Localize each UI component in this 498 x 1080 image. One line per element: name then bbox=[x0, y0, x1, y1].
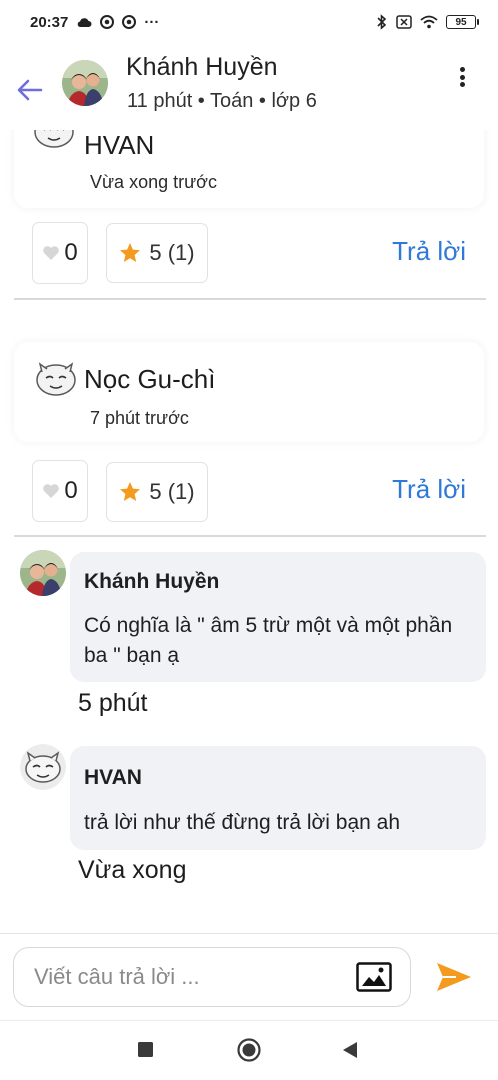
send-button[interactable] bbox=[434, 957, 474, 997]
back-nav-button[interactable] bbox=[342, 1041, 358, 1064]
answer-actions: 0 5 (1) Trả lời bbox=[0, 222, 498, 286]
triangle-back-icon bbox=[343, 1042, 357, 1058]
avatar[interactable] bbox=[62, 60, 108, 106]
star-icon bbox=[120, 482, 141, 501]
heart-icon bbox=[43, 484, 60, 498]
chrome-icon bbox=[122, 15, 137, 29]
rating-value: 5 (1) bbox=[149, 240, 195, 265]
reply-button[interactable]: Trả lời bbox=[392, 474, 466, 505]
bluetooth-icon bbox=[376, 14, 388, 30]
comment-author[interactable]: Khánh Huyền bbox=[84, 570, 219, 594]
chrome-icon bbox=[100, 15, 115, 29]
answer-card: HVAN Vừa xong trước bbox=[14, 130, 484, 208]
answer-time: Vừa xong trước bbox=[90, 172, 217, 192]
app-header: Khánh Huyền 11 phút • Toán • lớp 6 bbox=[0, 44, 498, 130]
send-icon bbox=[437, 963, 471, 991]
status-time: 20:37 bbox=[30, 13, 69, 31]
avatar[interactable] bbox=[20, 550, 66, 596]
answer-actions: 0 5 (1) Trả lời bbox=[0, 460, 498, 524]
heart-icon bbox=[43, 246, 60, 260]
answer-card: Nọc Gu-chì 7 phút trước bbox=[14, 342, 484, 442]
question-meta: 11 phút • Toán • lớp 6 bbox=[127, 90, 317, 112]
more-dot bbox=[459, 67, 465, 72]
avatar[interactable] bbox=[20, 744, 66, 790]
answers-feed[interactable]: HVAN Vừa xong trước 0 5 (1) Trả lời Nọc … bbox=[0, 130, 498, 930]
like-count: 0 bbox=[64, 239, 78, 266]
more-notifications-indicator: ··· bbox=[144, 13, 160, 31]
divider bbox=[0, 933, 498, 934]
comment-author[interactable]: HVAN bbox=[84, 766, 142, 790]
reply-composer[interactable] bbox=[13, 947, 411, 1007]
comment-bubble: HVAN trả lời như thế đừng trả lời bạn ah bbox=[70, 746, 486, 850]
rating-button[interactable]: 5 (1) bbox=[106, 223, 208, 283]
rating-button[interactable]: 5 (1) bbox=[106, 462, 208, 522]
reply-input[interactable] bbox=[34, 964, 334, 990]
answer-author[interactable]: Nọc Gu-chì bbox=[84, 364, 216, 395]
comment-text: trả lời như thế đừng trả lời bạn ah bbox=[84, 811, 400, 834]
back-arrow-icon bbox=[17, 79, 43, 101]
attach-image-button[interactable] bbox=[356, 962, 392, 992]
comment-time: Vừa xong bbox=[78, 856, 187, 884]
square-icon bbox=[138, 1042, 153, 1057]
divider bbox=[14, 535, 486, 537]
more-dot bbox=[459, 82, 465, 87]
like-button[interactable]: 0 bbox=[32, 222, 88, 284]
answer-author[interactable]: HVAN bbox=[84, 130, 154, 161]
reply-button[interactable]: Trả lời bbox=[392, 236, 466, 267]
more-options-button[interactable] bbox=[452, 64, 472, 90]
like-button[interactable]: 0 bbox=[32, 460, 88, 522]
rating-value: 5 (1) bbox=[149, 479, 195, 504]
comment-bubble: Khánh Huyền Có nghĩa là " âm 5 trừ một v… bbox=[70, 552, 486, 682]
battery-level: 95 bbox=[455, 16, 467, 28]
answer-time: 7 phút trước bbox=[90, 408, 189, 428]
more-dot bbox=[459, 74, 465, 80]
recents-button[interactable] bbox=[138, 1042, 153, 1062]
divider bbox=[14, 298, 486, 300]
star-icon bbox=[120, 243, 141, 262]
system-nav-bar bbox=[0, 1021, 498, 1080]
battery-icon: 95 bbox=[446, 15, 479, 29]
comment-time: 5 phút bbox=[78, 689, 148, 717]
comment-text: Có nghĩa là " âm 5 trừ một và một phần b… bbox=[84, 614, 453, 667]
wifi-icon bbox=[420, 15, 438, 29]
like-count: 0 bbox=[64, 477, 78, 504]
avatar[interactable] bbox=[32, 130, 76, 150]
image-icon bbox=[356, 962, 392, 992]
avatar[interactable] bbox=[34, 358, 78, 398]
status-bar: 20:37 ··· 95 bbox=[0, 0, 498, 44]
home-circle-icon bbox=[237, 1038, 261, 1062]
sim-off-icon bbox=[396, 15, 412, 29]
page-title: Khánh Huyền bbox=[126, 53, 278, 81]
home-button[interactable] bbox=[237, 1038, 261, 1067]
cloud-icon bbox=[76, 16, 92, 28]
back-button[interactable] bbox=[16, 76, 44, 104]
